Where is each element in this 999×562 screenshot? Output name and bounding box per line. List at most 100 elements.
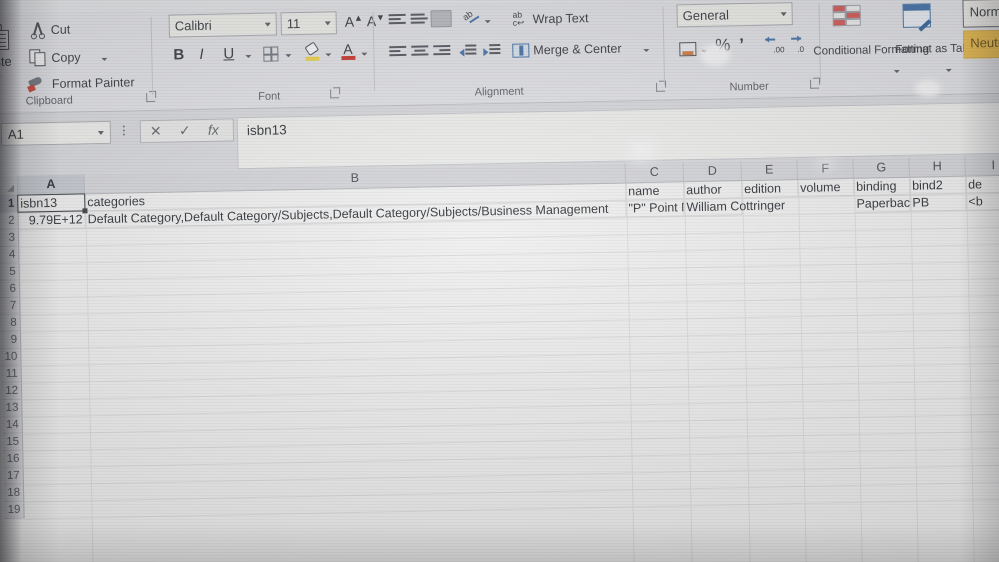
increase-font-size-icon[interactable]: A▲ [345,13,364,30]
align-bottom-icon[interactable] [430,9,452,28]
font-color-dropdown-icon[interactable] [361,52,368,56]
font-dialog-launcher[interactable] [330,89,340,99]
underline-button[interactable]: U [223,45,234,62]
row-header-17[interactable]: 17 [3,467,24,486]
copy-dropdown-icon[interactable] [101,57,108,61]
column-header-g[interactable]: G [853,157,910,179]
row-header-4[interactable]: 4 [0,246,20,265]
style-normal[interactable]: Normal [962,0,999,28]
name-box[interactable]: A1 [0,120,112,147]
row-header-5[interactable]: 5 [0,263,20,282]
comma-style-icon[interactable]: ’ [739,35,744,55]
column-header-a[interactable]: A [17,174,86,196]
accounting-format-icon[interactable] [679,42,697,57]
borders-dropdown-icon[interactable] [285,54,292,58]
row-header-14[interactable]: 14 [2,416,23,435]
row-header-8[interactable]: 8 [0,314,21,333]
row-header-19[interactable]: 19 [4,501,25,520]
paste-dropdown-icon[interactable] [0,75,1,80]
column-header-d[interactable]: D [683,161,743,183]
increase-indent-icon[interactable] [483,43,501,57]
row-header-16[interactable]: 16 [3,450,24,469]
column-header-e[interactable]: E [741,160,798,182]
increase-decimal-icon[interactable]: .00 [765,38,785,54]
conditional-formatting-icon[interactable] [832,4,861,30]
row-header-13[interactable]: 13 [2,399,23,418]
chevron-down-icon[interactable] [97,130,104,136]
row-header-7[interactable]: 7 [0,297,21,316]
orientation-dropdown-icon[interactable] [484,20,491,24]
merge-center-icon[interactable] [512,43,530,58]
format-as-table-icon[interactable] [902,3,932,32]
borders-icon[interactable] [263,46,279,62]
confirm-icon[interactable]: ✓ [179,122,191,139]
number-format-combo[interactable]: General [676,2,793,28]
paste-label[interactable]: Paste [0,54,12,70]
chevron-down-icon[interactable] [264,22,271,27]
cell-F1[interactable]: volume [797,178,855,198]
column-header-c[interactable]: C [625,162,685,184]
row-header-6[interactable]: 6 [0,280,21,299]
cell-H1[interactable]: bind2 [909,176,967,195]
cell-D1[interactable]: author [684,181,743,200]
percent-style-icon[interactable]: % [715,35,731,55]
wrap-text-label[interactable]: Wrap Text [533,11,589,26]
cell-C2[interactable]: "P" Point N [626,199,685,218]
cell-I1[interactable]: de [965,175,999,194]
accounting-dropdown-icon[interactable] [701,49,708,53]
chevron-down-icon[interactable] [324,21,331,26]
bold-button[interactable]: B [173,46,184,63]
align-center-icon[interactable] [411,45,429,58]
conditional-formatting-dropdown-icon[interactable] [893,69,900,74]
cell-D2[interactable]: William Cottringer [684,198,785,217]
row-header-10[interactable]: 10 [1,348,22,367]
copy-label[interactable]: Copy [51,50,80,65]
style-neutral[interactable]: Neutral [963,28,999,59]
font-color-icon[interactable]: A [341,41,356,61]
cut-icon[interactable] [29,22,46,40]
decrease-font-size-icon[interactable]: A▼ [367,12,386,29]
column-header-i[interactable]: I [965,155,999,177]
cell-H2[interactable]: PB [910,193,967,212]
format-as-table-dropdown-icon[interactable] [945,68,952,73]
number-dialog-launcher[interactable] [809,79,820,89]
decrease-decimal-icon[interactable]: .0 [791,37,811,54]
align-right-icon[interactable] [433,44,451,58]
column-header-h[interactable]: H [909,156,966,178]
row-header-18[interactable]: 18 [3,484,25,503]
cell-G1[interactable]: binding [853,177,911,196]
cell-I2[interactable]: <b [966,192,999,211]
font-name-combo[interactable]: Calibri [168,12,277,38]
cell-A2[interactable]: 9.79E+12 [18,211,86,230]
row-header-15[interactable]: 15 [2,433,24,452]
select-all-corner[interactable] [0,175,19,197]
format-painter-icon[interactable] [27,75,48,93]
cancel-icon[interactable]: ✕ [150,123,162,140]
merge-dropdown-icon[interactable] [643,48,650,53]
copy-icon[interactable] [29,49,47,67]
align-left-icon[interactable] [389,45,407,59]
column-header-f[interactable]: F [797,158,854,181]
cell-G2[interactable]: Paperback [854,194,911,213]
row-header-1[interactable]: 1 [0,195,19,214]
cell-E1[interactable]: edition [742,180,799,199]
underline-dropdown-icon[interactable] [245,54,252,59]
cell-A1[interactable]: isbn13 [18,194,86,213]
insert-function-icon[interactable]: fx [208,122,219,138]
merge-center-label[interactable]: Merge & Center [533,42,621,58]
paste-icon[interactable] [0,22,11,53]
font-size-combo[interactable]: 11 [280,11,337,36]
fill-color-dropdown-icon[interactable] [325,53,332,57]
wrap-text-icon[interactable]: ab c↩ [513,10,530,28]
formula-bar-handle[interactable] [122,125,125,136]
text-orientation-icon[interactable]: ab [461,9,480,26]
row-header-3[interactable]: 3 [0,229,20,248]
align-middle-icon[interactable] [410,13,428,26]
italic-button[interactable]: I [199,46,204,63]
format-painter-label[interactable]: Format Painter [52,75,135,91]
fill-color-icon[interactable] [304,41,320,61]
row-header-2[interactable]: 2 [0,212,19,231]
cell-C1[interactable]: name [626,182,685,201]
row-header-9[interactable]: 9 [0,331,22,350]
decrease-indent-icon[interactable] [459,44,477,57]
